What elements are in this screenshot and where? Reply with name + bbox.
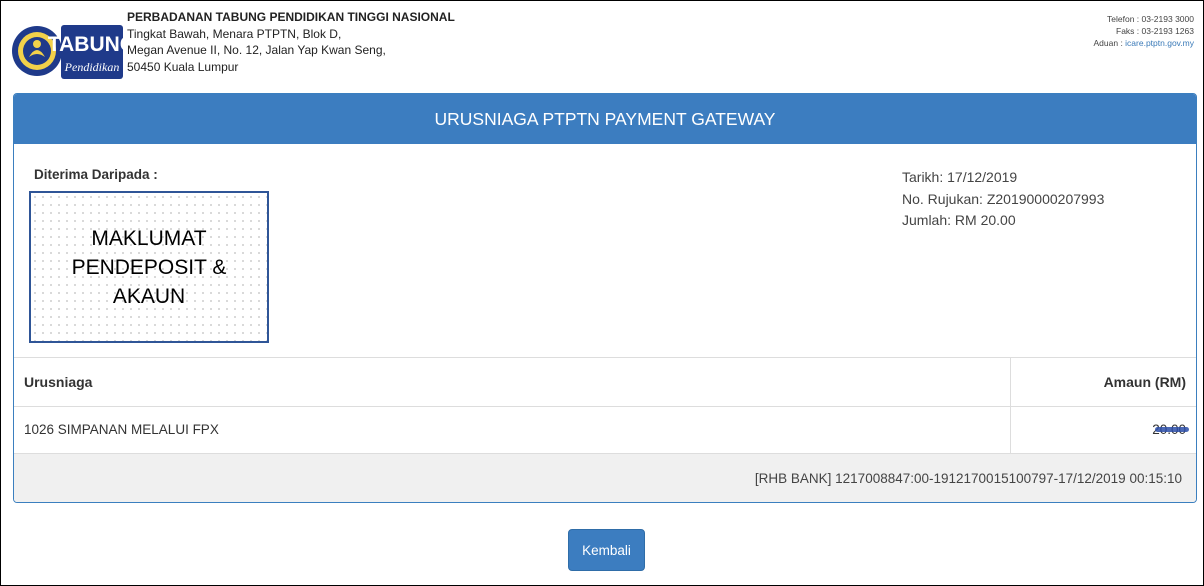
tarikh-text: Tarikh: 17/12/2019: [902, 169, 1018, 185]
page-frame: TABUNG Pendidikan PERBADANAN TABUNG PEND…: [0, 0, 1204, 586]
row-description: 1026 SIMPANAN MELALUI FPX: [24, 422, 219, 437]
row-amount: 20.00: [1152, 407, 1189, 453]
address-line-1: Tingkat Bawah, Menara PTPTN, Blok D,: [127, 26, 342, 41]
depositor-placeholder-text: MAKLUMAT PENDEPOSIT & AKAUN: [71, 226, 227, 308]
aduan-row: Aduan : icare.ptptn.gov.my: [1094, 37, 1195, 49]
org-name: PERBADANAN TABUNG PENDIDIKAN TINGGI NASI…: [127, 10, 455, 24]
telefon-text: Telefon : 03-2193 3000: [1107, 14, 1194, 24]
header-amaun: Amaun (RM): [1010, 358, 1196, 406]
depositor-info-box: MAKLUMAT PENDEPOSIT & AKAUN: [29, 191, 269, 343]
aduan-link[interactable]: icare.ptptn.gov.my: [1125, 38, 1194, 48]
panel-title: URUSNIAGA PTPTN PAYMENT GATEWAY: [14, 94, 1196, 144]
table-row: 1026 SIMPANAN MELALUI FPX 20.00: [14, 406, 1196, 453]
row-amount-cell: 20.00: [1010, 407, 1196, 453]
transaction-meta: Tarikh: 17/12/2019 No. Rujukan: Z2019000…: [902, 167, 1104, 232]
aduan-label: Aduan :: [1093, 38, 1126, 48]
faks-text: Faks : 03-2193 1263: [1116, 26, 1194, 36]
logo-text-sub: Pendidikan: [64, 60, 120, 74]
received-from-label: Diterima Daripada :: [34, 167, 158, 182]
address-line-2: Megan Avenue II, No. 12, Jalan Yap Kwan …: [127, 43, 386, 57]
header-urusniaga: Urusniaga: [24, 374, 93, 390]
table-header-row: Urusniaga Amaun (RM): [14, 357, 1196, 406]
transaction-table: Urusniaga Amaun (RM) 1026 SIMPANAN MELAL…: [14, 357, 1196, 502]
organization-info: PERBADANAN TABUNG PENDIDIKAN TINGGI NASI…: [127, 9, 455, 75]
logo-text-main: TABUNG: [48, 33, 124, 56]
jumlah-text: Jumlah: RM 20.00: [902, 212, 1016, 228]
transaction-panel: URUSNIAGA PTPTN PAYMENT GATEWAY Diterima…: [13, 93, 1197, 503]
kembali-button[interactable]: Kembali: [568, 529, 645, 571]
rujukan-text: No. Rujukan: Z20190000207993: [902, 190, 1105, 207]
address-line-3: 50450 Kuala Lumpur: [127, 59, 239, 74]
bank-reference: [RHB BANK] 1217008847:00-191217001510079…: [14, 453, 1196, 502]
contact-info: Telefon : 03-2193 3000 Faks : 03-2193 12…: [1094, 13, 1195, 49]
ptptn-logo: TABUNG Pendidikan: [12, 25, 124, 79]
